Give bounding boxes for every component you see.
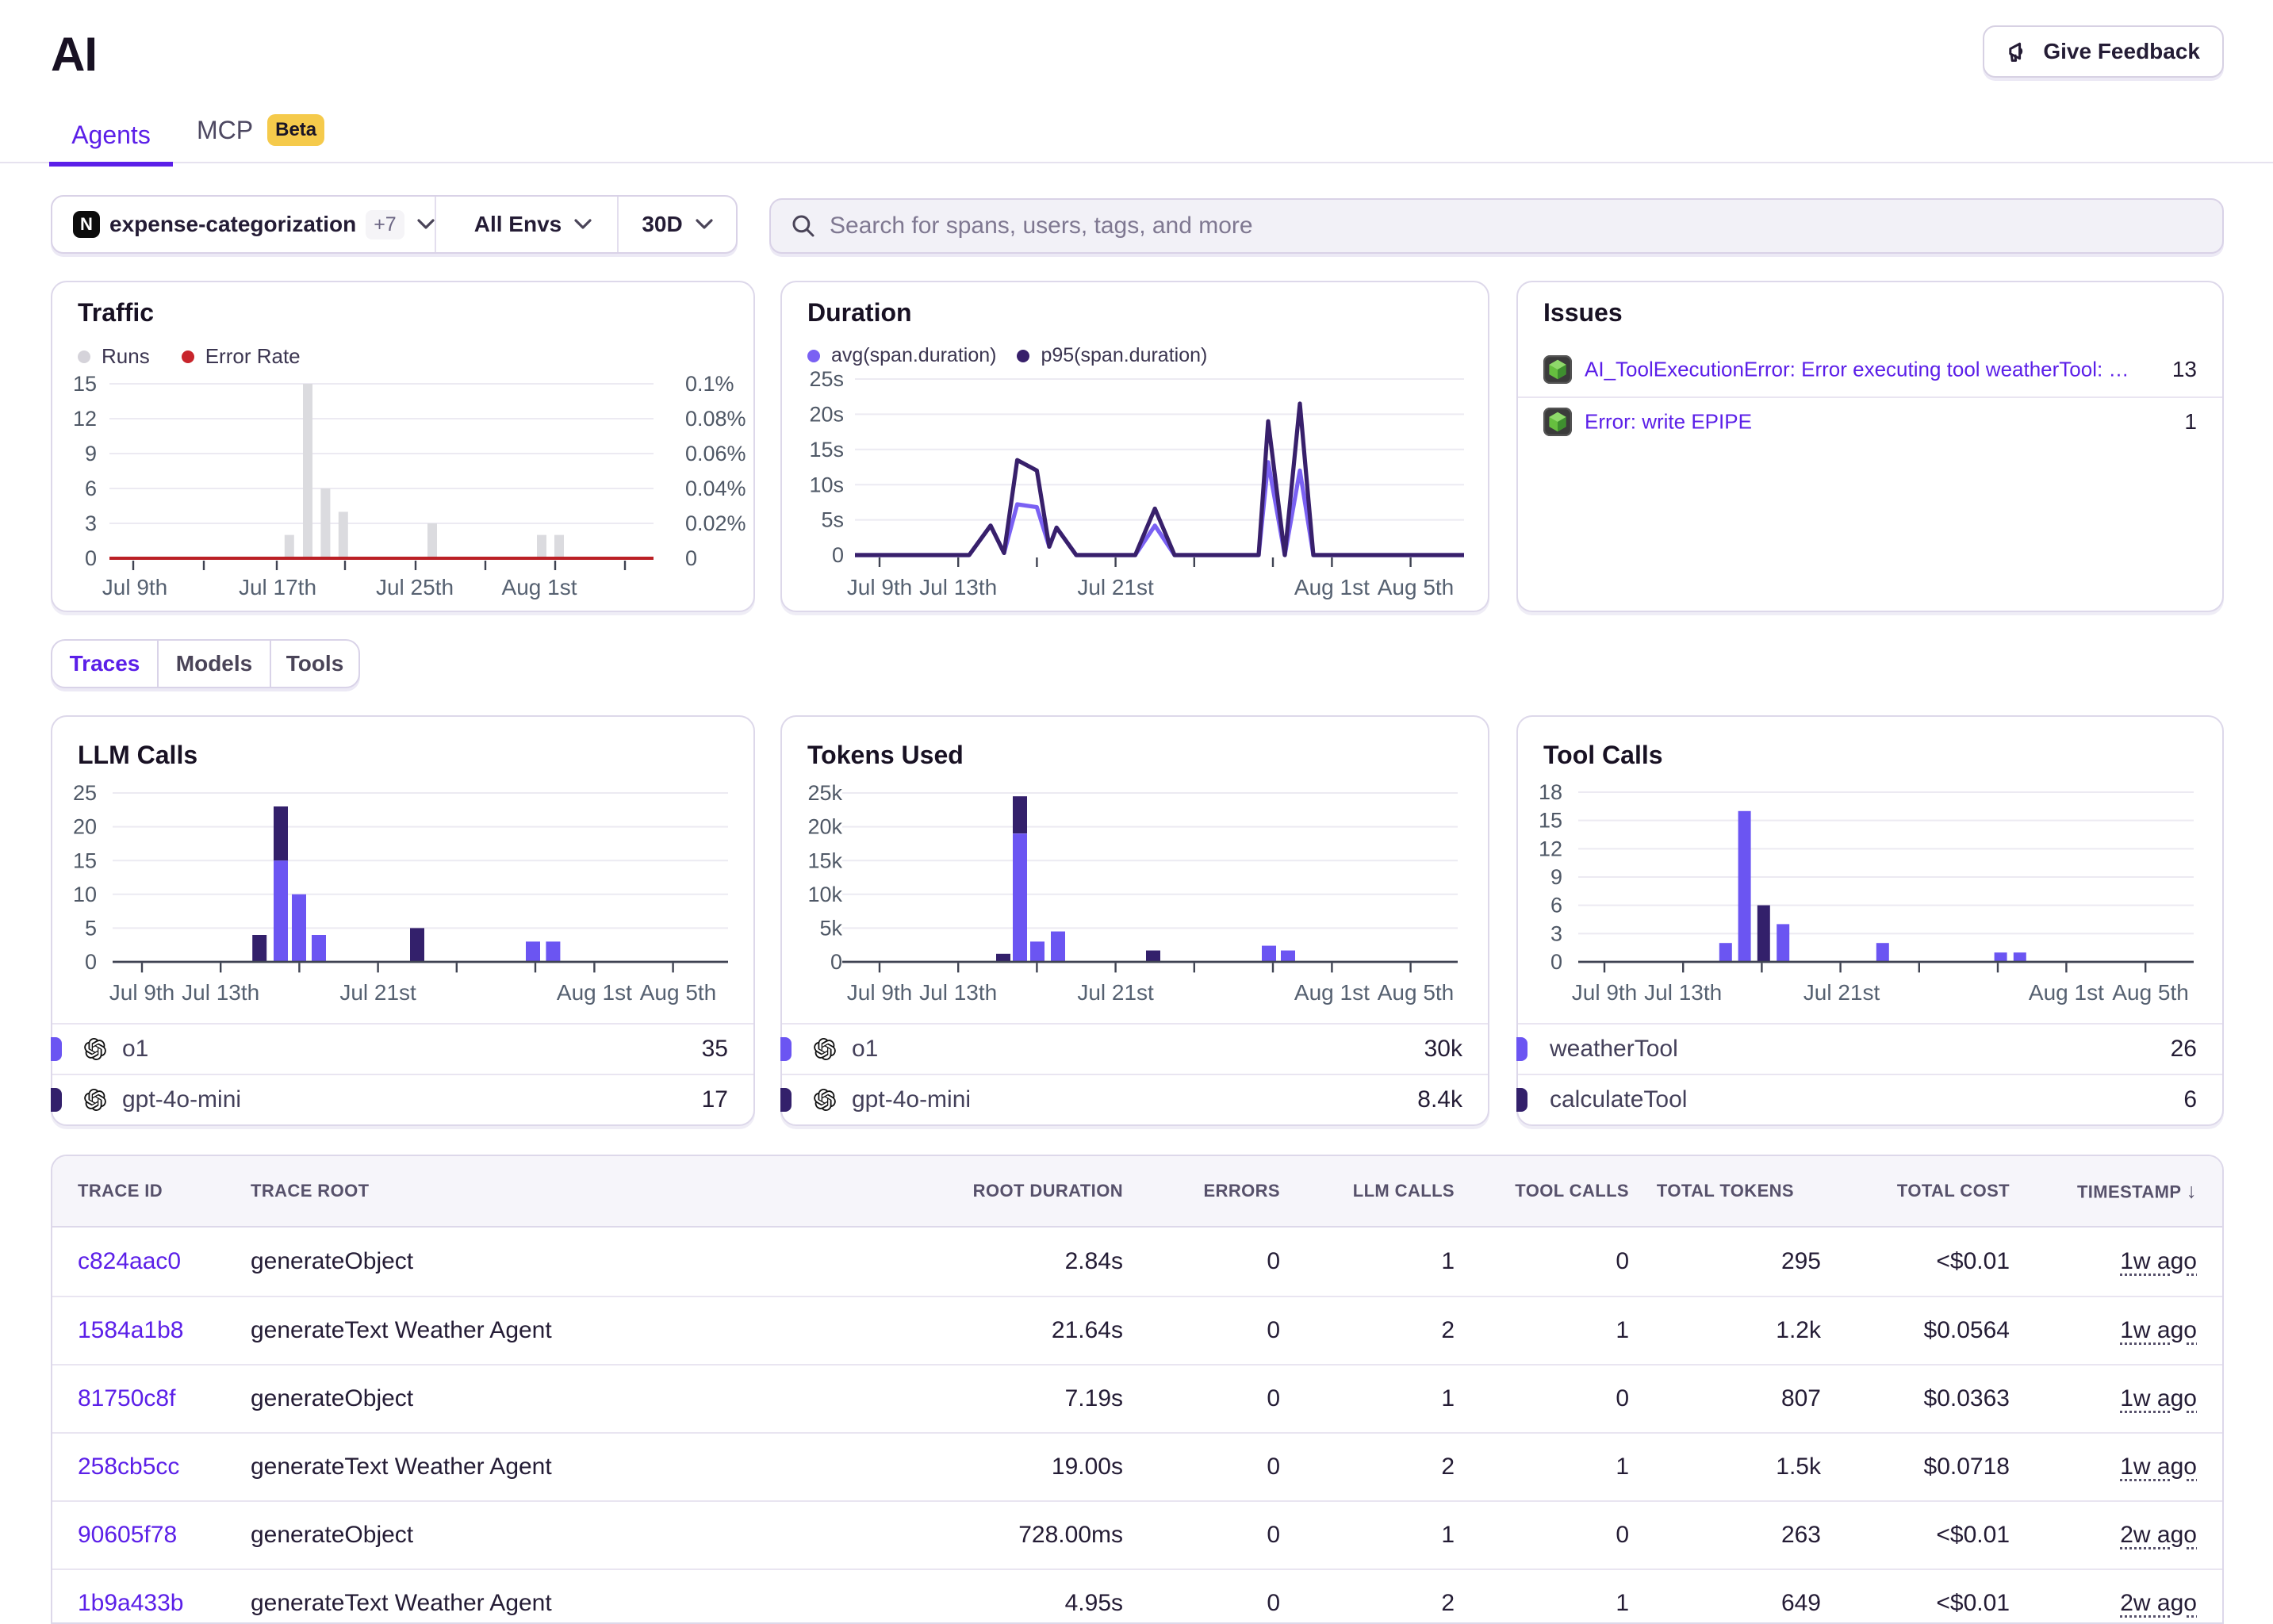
svg-text:Jul 21st: Jul 21st [1803,980,1880,1005]
svg-text:Jul 13th: Jul 13th [1644,980,1722,1005]
svg-text:3: 3 [1550,922,1562,946]
svg-text:Jul 21st: Jul 21st [1077,575,1154,599]
svg-text:Jul 9th: Jul 9th [102,575,168,599]
svg-text:25k: 25k [807,781,842,805]
svg-text:Jul 9th: Jul 9th [847,575,913,599]
svg-text:Aug 1st: Aug 1st [557,980,632,1005]
svg-text:5: 5 [85,917,97,940]
svg-text:Jul 21st: Jul 21st [1077,980,1154,1005]
svg-text:Aug 1st: Aug 1st [1294,575,1370,599]
svg-text:6: 6 [1550,894,1562,917]
svg-text:15k: 15k [807,848,842,872]
svg-text:0.1%: 0.1% [685,372,734,396]
svg-text:3: 3 [85,511,97,535]
svg-text:Jul 9th: Jul 9th [847,980,913,1005]
svg-text:Aug 5th: Aug 5th [1378,980,1455,1005]
svg-text:15: 15 [1539,809,1562,833]
svg-text:25s: 25s [809,367,844,391]
svg-text:0: 0 [85,950,97,974]
svg-text:Jul 13th: Jul 13th [182,980,259,1005]
svg-text:0: 0 [85,546,97,570]
svg-text:0: 0 [830,950,842,974]
svg-text:0: 0 [1550,950,1562,974]
svg-text:0: 0 [685,546,697,570]
svg-text:20: 20 [73,815,97,839]
svg-text:0.02%: 0.02% [685,511,746,535]
svg-text:Jul 9th: Jul 9th [109,980,175,1005]
svg-text:9: 9 [85,442,97,465]
svg-text:Aug 5th: Aug 5th [640,980,717,1005]
svg-text:Aug 5th: Aug 5th [1378,575,1455,599]
svg-text:5k: 5k [819,917,842,940]
svg-text:Jul 9th: Jul 9th [1572,980,1638,1005]
svg-text:15s: 15s [809,438,844,462]
svg-text:10s: 10s [809,473,844,496]
svg-text:Jul 13th: Jul 13th [919,980,997,1005]
svg-text:12: 12 [1539,837,1562,861]
svg-text:Aug 1st: Aug 1st [1294,980,1370,1005]
svg-text:Aug 5th: Aug 5th [2112,980,2189,1005]
svg-text:20k: 20k [807,815,842,839]
svg-text:15: 15 [73,848,97,872]
svg-text:12: 12 [73,407,97,431]
svg-text:Aug 1st: Aug 1st [2029,980,2104,1005]
svg-text:0.08%: 0.08% [685,407,746,431]
svg-text:15: 15 [73,372,97,396]
svg-text:0.04%: 0.04% [685,477,746,500]
svg-text:Jul 25th: Jul 25th [376,575,454,599]
svg-text:0.06%: 0.06% [685,442,746,465]
svg-text:10k: 10k [807,883,842,906]
svg-text:18: 18 [1539,780,1562,804]
svg-text:10: 10 [73,883,97,906]
svg-text:9: 9 [1550,865,1562,889]
svg-text:25: 25 [73,781,97,805]
svg-text:0: 0 [832,543,844,567]
svg-text:Jul 13th: Jul 13th [919,575,997,599]
svg-text:6: 6 [85,477,97,500]
svg-text:20s: 20s [809,403,844,427]
svg-text:Aug 1st: Aug 1st [502,575,577,599]
svg-text:5s: 5s [821,508,844,532]
svg-text:Jul 21st: Jul 21st [339,980,416,1005]
svg-text:Jul 17th: Jul 17th [239,575,316,599]
